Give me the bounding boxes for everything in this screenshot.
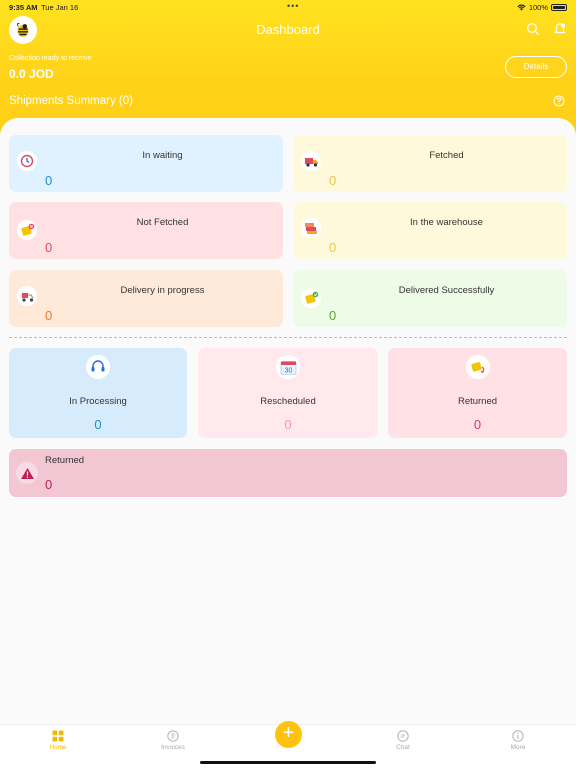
card-delivered-successfully[interactable]: Delivered Successfully 0	[293, 270, 567, 327]
card-label: In Processing	[69, 396, 127, 407]
page-title: Dashboard	[256, 22, 320, 37]
battery-icon	[551, 4, 567, 11]
collection-value: 0.0 JOD	[9, 67, 54, 81]
status-bar: 9:35 AM Tue Jan 16 ••• 100%	[9, 1, 567, 15]
card-in-processing[interactable]: In Processing 0	[9, 348, 187, 438]
card-count: 0	[329, 173, 337, 188]
add-shipment-button[interactable]: +	[275, 721, 302, 748]
tab-label: Chat	[396, 744, 410, 751]
card-label: In waiting	[142, 150, 183, 161]
tab-home[interactable]: Home	[28, 730, 88, 751]
details-button[interactable]: Details	[505, 56, 567, 78]
battery-percent: 100%	[528, 3, 548, 12]
chat-icon	[397, 730, 409, 742]
headset-icon	[86, 355, 110, 379]
collection-label: Collection ready to receive	[9, 55, 92, 62]
section-divider	[9, 337, 567, 338]
card-count: 0	[45, 477, 53, 492]
card-rescheduled[interactable]: 30 Rescheduled 0	[198, 348, 378, 438]
card-count: 0	[329, 308, 337, 323]
card-count: 0	[94, 417, 102, 432]
calendar-day: 30	[284, 367, 292, 374]
card-label: Not Fetched	[136, 217, 189, 228]
card-label: Returned	[45, 455, 85, 466]
card-label: Delivery in progress	[120, 285, 205, 296]
card-count: 0	[45, 240, 53, 255]
card-label: Returned	[457, 396, 498, 407]
invoice-icon	[167, 730, 179, 742]
card-count: 0	[473, 417, 482, 432]
card-label: Delivered Successfully	[398, 285, 495, 296]
warning-icon	[16, 462, 38, 484]
card-label: Fetched	[429, 150, 464, 161]
tab-invoices[interactable]: Invoices	[143, 730, 203, 751]
notification-icon[interactable]	[553, 22, 567, 36]
card-count: 0	[329, 240, 337, 255]
tab-label: Home	[49, 744, 67, 751]
bottom-tab-bar: Home Invoices + Chat More	[0, 721, 576, 768]
tab-label: Invoices	[161, 744, 185, 751]
home-indicator	[200, 761, 376, 764]
card-label: In the warehouse	[410, 217, 483, 228]
card-in-waiting[interactable]: In waiting 0	[9, 135, 283, 192]
card-returned-secondary[interactable]: Returned 0	[388, 348, 567, 438]
tab-more[interactable]: More	[488, 730, 548, 751]
card-label: Rescheduled	[260, 396, 316, 407]
home-grid-icon	[52, 730, 64, 742]
help-icon[interactable]	[553, 95, 565, 107]
status-date: Tue Jan 16	[41, 3, 79, 12]
card-count: 0	[45, 308, 53, 323]
return-package-icon	[466, 355, 490, 379]
calendar-icon: 30	[276, 355, 300, 379]
status-indicators: 100%	[517, 3, 567, 12]
wifi-icon	[517, 4, 526, 11]
shipments-summary-title: Shipments Summary (0)	[9, 95, 133, 107]
header: 9:35 AM Tue Jan 16 ••• 100% Dashboard Co…	[0, 0, 576, 135]
card-delivery-in-progress[interactable]: Delivery in progress 0	[9, 270, 283, 327]
info-icon	[512, 730, 524, 742]
multitasking-dots[interactable]: •••	[287, 1, 299, 11]
tab-label: More	[510, 744, 526, 751]
search-icon[interactable]	[526, 22, 540, 36]
card-not-fetched[interactable]: Not Fetched 0	[9, 202, 283, 259]
status-time: 9:35 AM	[9, 3, 38, 12]
card-count: 0	[45, 173, 53, 188]
card-returned[interactable]: Returned 0	[9, 449, 567, 497]
tab-chat[interactable]: Chat	[373, 730, 433, 751]
card-count: 0	[284, 417, 292, 432]
card-in-warehouse[interactable]: In the warehouse 0	[293, 202, 567, 259]
card-fetched[interactable]: Fetched 0	[293, 135, 567, 192]
